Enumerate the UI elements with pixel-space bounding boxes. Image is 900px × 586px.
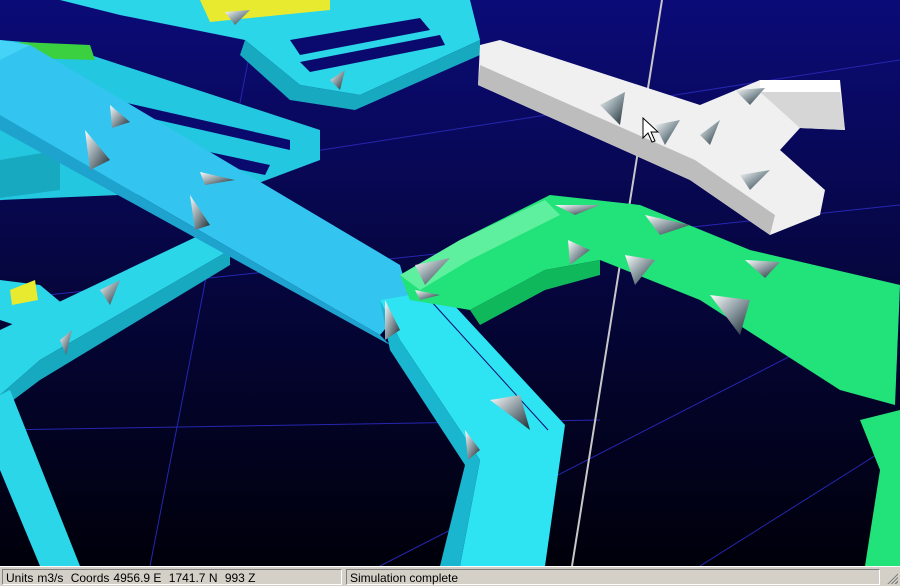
status-bar: Units m3/s Coords 4956.9 E 1741.7 N 993 Z … (0, 566, 900, 586)
units-label: Units (6, 571, 34, 585)
status-pane-message: Simulation complete (346, 569, 880, 585)
resize-grip-icon[interactable] (886, 572, 898, 584)
coord-northing: 1741.7 N (168, 571, 218, 585)
coord-easting: 4956.9 E (113, 571, 162, 585)
coord-elevation: 993 Z (224, 571, 256, 585)
status-pane-coords: Units m3/s Coords 4956.9 E 1741.7 N 993 Z (2, 569, 342, 585)
status-message: Simulation complete (350, 571, 459, 585)
3d-viewport[interactable] (0, 0, 900, 566)
scene-canvas[interactable] (0, 0, 900, 566)
coords-label: Coords (70, 571, 110, 585)
units-value: m3/s (37, 571, 64, 585)
